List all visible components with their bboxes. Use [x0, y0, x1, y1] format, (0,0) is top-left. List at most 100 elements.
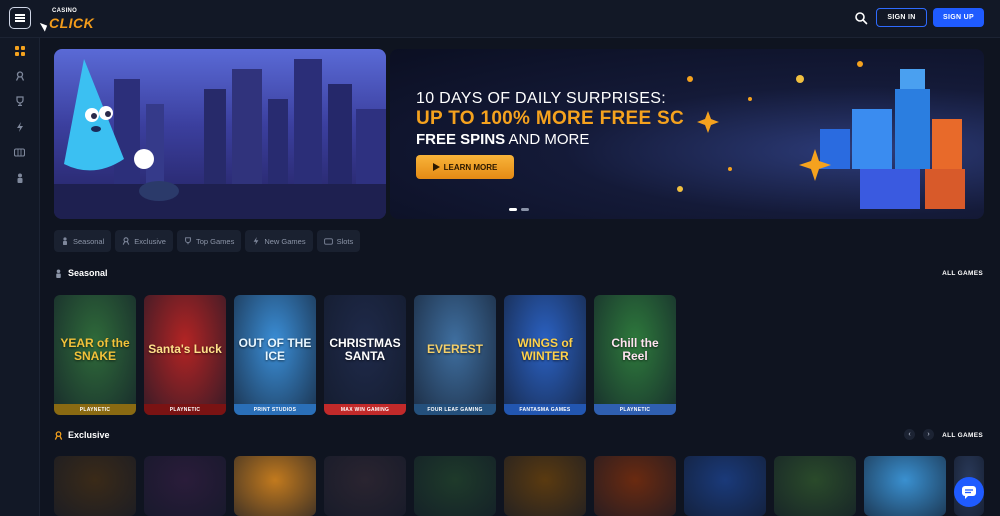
game-art: WINGS of WINTER: [504, 295, 586, 404]
game-studio: FOUR LEAF GAMING: [414, 404, 496, 415]
section-title-text: Seasonal: [68, 268, 108, 278]
filter-label: Top Games: [195, 236, 235, 246]
filter-label: Slots: [336, 236, 354, 246]
grid-icon[interactable]: [13, 44, 26, 57]
exclusive-all-games-link[interactable]: ALL GAMES: [942, 432, 983, 439]
lightning-icon: [253, 237, 259, 245]
seasonal-section-title: Seasonal: [54, 268, 108, 278]
game-studio: PLAYNETIC: [144, 404, 226, 415]
exclusive-icon: [123, 237, 130, 245]
logo-text: CLICK: [49, 15, 95, 31]
sign-in-button[interactable]: SIGN IN: [876, 8, 927, 27]
game-art: CHRISTMAS SANTA: [324, 295, 406, 404]
trophy-icon[interactable]: [13, 94, 26, 107]
game-title: Chill the Reel: [611, 335, 659, 363]
logo[interactable]: CASINO CLICK: [39, 8, 95, 32]
game-art: Santa's Luck: [144, 295, 226, 404]
category-filters: Seasonal Exclusive Top Games New Games S…: [54, 230, 361, 252]
logo-small-text: CASINO: [52, 8, 78, 14]
game-card[interactable]: [144, 456, 226, 516]
exclusive-icon[interactable]: [13, 69, 26, 82]
game-card[interactable]: [504, 456, 586, 516]
hamburger-icon: [15, 14, 25, 22]
game-card[interactable]: [774, 456, 856, 516]
game-studio: PLAYNETIC: [54, 404, 136, 415]
seasonal-icon[interactable]: [13, 171, 26, 184]
game-art: YEAR of the SNAKE: [54, 295, 136, 404]
game-studio: MAX WIN GAMING: [324, 404, 406, 415]
exclusive-carousel-arrows: ‹ ›: [904, 429, 934, 440]
filter-new-games[interactable]: New Games: [245, 230, 313, 252]
slots-icon: [323, 237, 333, 245]
lightning-icon[interactable]: [13, 120, 26, 133]
game-art: OUT OF THE ICE: [234, 295, 316, 404]
game-title: WINGS of WINTER: [517, 335, 573, 363]
side-nav: [0, 38, 40, 516]
next-arrow-icon[interactable]: ›: [923, 429, 934, 440]
game-card[interactable]: OUT OF THE ICE PRINT STUDIOS: [234, 295, 316, 415]
promo-line-2: UP TO 100% MORE FREE SC: [416, 108, 685, 129]
filter-label: Exclusive: [134, 236, 166, 246]
seasonal-games-row: YEAR of the SNAKE PLAYNETIC Santa's Luck …: [54, 295, 676, 415]
game-title: EVEREST: [426, 342, 483, 357]
game-card[interactable]: WINGS of WINTER FANTASMA GAMES: [504, 295, 586, 415]
prev-arrow-icon[interactable]: ‹: [904, 429, 915, 440]
promo-line-1: 10 DAYS OF DAILY SURPRISES:: [416, 90, 666, 107]
carousel-dot[interactable]: [521, 208, 529, 211]
seasonal-all-games-link[interactable]: ALL GAMES: [942, 270, 983, 277]
section-title-text: Exclusive: [68, 430, 110, 440]
game-studio: FANTASMA GAMES: [504, 404, 586, 415]
search-icon[interactable]: [854, 11, 868, 25]
hero-mascot-banner[interactable]: [54, 49, 386, 219]
play-icon: [432, 163, 440, 171]
carousel-dot[interactable]: [509, 208, 517, 211]
game-title: YEAR of the SNAKE: [60, 335, 130, 363]
slots-icon[interactable]: [13, 146, 26, 159]
game-title: CHRISTMAS SANTA: [329, 335, 401, 363]
chat-icon: [962, 486, 976, 499]
game-art: Chill the Reel: [594, 295, 676, 404]
hero-promo-banner[interactable]: 10 DAYS OF DAILY SURPRISES: UP TO 100% M…: [390, 49, 984, 219]
game-card[interactable]: Santa's Luck PLAYNETIC: [144, 295, 226, 415]
promo-line-3: FREE SPINS AND MORE: [416, 131, 589, 148]
promo-line-3-rest: AND MORE: [505, 131, 590, 148]
game-studio: PRINT STUDIOS: [234, 404, 316, 415]
game-card[interactable]: [414, 456, 496, 516]
game-card[interactable]: [54, 456, 136, 516]
seasonal-icon: [56, 268, 61, 278]
game-card[interactable]: CHRISTMAS SANTA MAX WIN GAMING: [324, 295, 406, 415]
menu-button[interactable]: [9, 7, 31, 29]
game-art: EVEREST: [414, 295, 496, 404]
carousel-dots: [509, 208, 529, 211]
trophy-icon: [185, 237, 191, 245]
game-card[interactable]: Chill the Reel PLAYNETIC: [594, 295, 676, 415]
sign-up-button[interactable]: SIGN UP: [933, 8, 984, 27]
game-card[interactable]: [684, 456, 766, 516]
game-card[interactable]: YEAR of the SNAKE PLAYNETIC: [54, 295, 136, 415]
filter-label: New Games: [264, 236, 306, 246]
filter-slots[interactable]: Slots: [316, 230, 361, 252]
game-card[interactable]: [234, 456, 316, 516]
filter-seasonal[interactable]: Seasonal: [54, 230, 112, 252]
filter-exclusive[interactable]: Exclusive: [115, 230, 173, 252]
game-studio: PLAYNETIC: [594, 404, 676, 415]
cursor-icon: [39, 20, 50, 32]
game-card[interactable]: [594, 456, 676, 516]
top-bar: CASINO CLICK SIGN IN SIGN UP: [0, 0, 1000, 38]
game-title: Santa's Luck: [148, 342, 222, 357]
filter-top-games[interactable]: Top Games: [176, 230, 242, 252]
exclusive-games-row: [54, 456, 984, 516]
learn-more-button[interactable]: LEARN MORE: [416, 155, 514, 179]
game-card[interactable]: [324, 456, 406, 516]
game-title: OUT OF THE ICE: [238, 335, 312, 363]
exclusive-section-title: Exclusive: [54, 430, 110, 440]
exclusive-icon: [54, 430, 63, 440]
filter-label: Seasonal: [73, 236, 105, 246]
seasonal-icon: [63, 237, 67, 245]
learn-more-label: LEARN MORE: [443, 162, 498, 172]
game-card[interactable]: [864, 456, 946, 516]
game-card[interactable]: EVEREST FOUR LEAF GAMING: [414, 295, 496, 415]
city-mascot-illustration: [54, 59, 386, 219]
chat-button[interactable]: [954, 477, 984, 507]
promo-line-3-bold: FREE SPINS: [416, 131, 506, 148]
